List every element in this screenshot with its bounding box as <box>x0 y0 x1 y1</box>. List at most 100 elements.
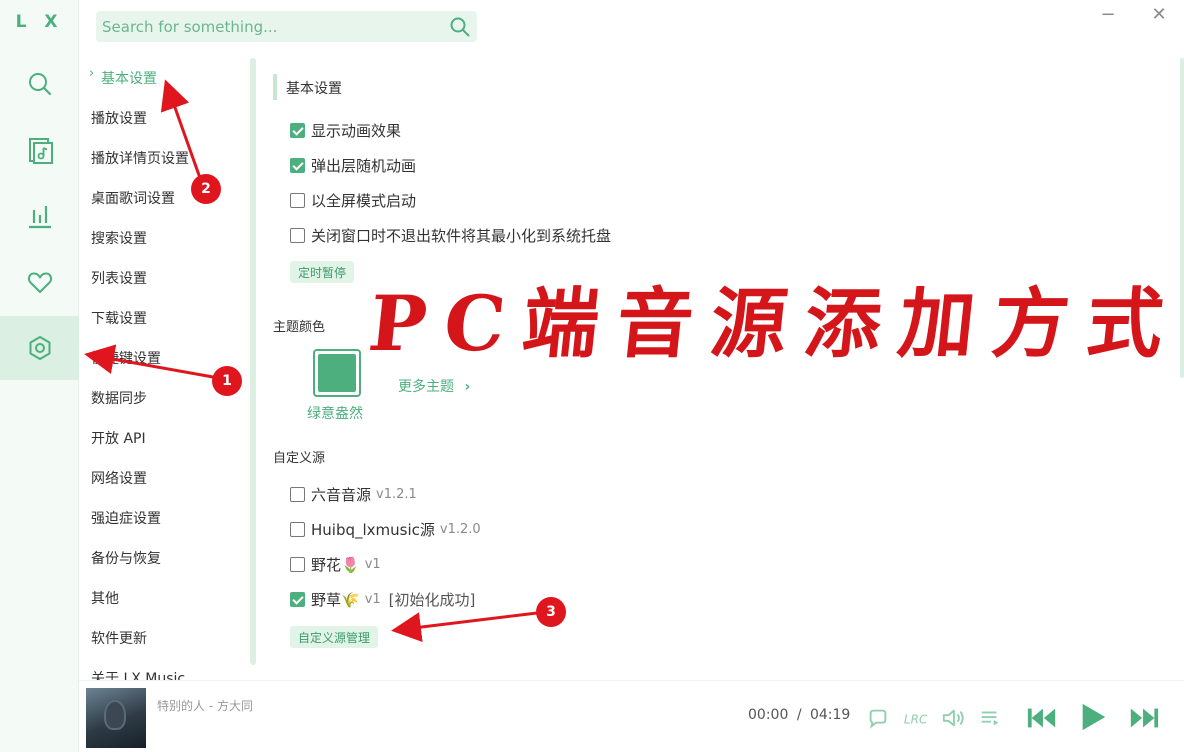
timer-pause-button[interactable]: 定时暂停 <box>290 261 355 283</box>
play-icon[interactable] <box>1076 699 1110 735</box>
checkbox-row[interactable]: 显示动画效果 <box>290 120 401 141</box>
theme-color-title: 主题颜色 <box>273 320 326 335</box>
minimize-button[interactable]: − <box>1096 2 1120 26</box>
checkbox-checked[interactable] <box>290 158 305 173</box>
checkbox-label: 关闭窗口时不退出软件将其最小化到系统托盘 <box>311 227 612 245</box>
content-scrollbar[interactable] <box>1180 58 1184 378</box>
checkbox-label: Huibq_lxmusic源 <box>311 521 435 539</box>
more-themes-link[interactable]: 更多主题 › <box>398 376 470 396</box>
overlay-title: PC端音源添加方式 <box>364 279 1184 368</box>
theme-swatch-color <box>318 354 356 392</box>
lyrics-icon[interactable]: LRC <box>901 705 929 731</box>
nav-leaderboard-icon[interactable] <box>0 184 79 248</box>
previous-track-icon[interactable] <box>1024 701 1060 735</box>
nav-search-icon[interactable] <box>0 52 79 116</box>
badge-1: 1 <box>212 366 242 396</box>
settings-nav-item[interactable]: 网络设置 <box>91 468 147 488</box>
checkbox-row[interactable]: 以全屏模式启动 <box>290 190 416 211</box>
settings-nav-item[interactable]: 快捷键设置 <box>91 348 161 368</box>
settings-nav-label: 备份与恢复 <box>91 551 161 567</box>
search-bar <box>96 11 477 42</box>
nav-favorites-icon[interactable] <box>0 250 79 314</box>
time-display: 00:00 / 04:19 <box>748 707 850 723</box>
next-track-icon[interactable] <box>1126 701 1162 735</box>
source-version: v1 <box>364 557 381 572</box>
settings-nav-item[interactable]: 备份与恢复 <box>91 548 161 568</box>
checkbox-row[interactable]: 关闭窗口时不退出软件将其最小化到系统托盘 <box>290 225 611 246</box>
settings-nav-label: 软件更新 <box>91 631 147 647</box>
settings-nav-label: 搜索设置 <box>91 231 147 247</box>
arrow-3 <box>391 611 538 642</box>
settings-nav-label: 播放详情页设置 <box>91 151 189 167</box>
track-title[interactable]: 特别的人 - 方大同 <box>157 697 253 714</box>
player-bar: 特别的人 - 方大同 00:00 / 04:19 LRC <box>79 680 1184 752</box>
checkbox-label: 弹出层随机动画 <box>311 157 417 175</box>
settings-nav-item[interactable]: 软件更新 <box>91 628 147 648</box>
checkbox-checked[interactable] <box>290 592 305 607</box>
settings-nav-item[interactable]: 数据同步 <box>91 388 147 408</box>
settings-nav-item[interactable]: › 基本设置 <box>89 66 157 88</box>
settings-nav-label: 其他 <box>91 591 119 607</box>
duration: 04:19 <box>809 707 851 723</box>
settings-nav-label: 开放 API <box>91 431 146 447</box>
settings-nav-label: 数据同步 <box>91 391 147 407</box>
checkbox-unchecked[interactable] <box>290 487 305 502</box>
nav-song-list-icon[interactable] <box>0 118 79 182</box>
settings-nav-item[interactable]: 强迫症设置 <box>91 508 161 528</box>
playlist-icon[interactable] <box>977 705 1003 731</box>
source-version: v1.2.0 <box>439 522 481 537</box>
section-accent-bar <box>273 74 277 100</box>
settings-nav-scrollbar[interactable] <box>250 58 256 665</box>
svg-text:LRC: LRC <box>904 713 928 727</box>
settings-nav-label: 列表设置 <box>91 271 147 287</box>
source-version: v1.2.1 <box>376 487 417 502</box>
settings-nav-item[interactable]: 桌面歌词设置 <box>91 188 175 208</box>
settings-nav-item[interactable]: 下载设置 <box>91 308 147 328</box>
settings-nav-label: 下载设置 <box>91 311 147 327</box>
checkbox-unchecked[interactable] <box>290 522 305 537</box>
time-separator: / <box>796 707 802 723</box>
checkbox-unchecked[interactable] <box>290 228 305 243</box>
badge-3: 3 <box>536 597 566 627</box>
more-themes-label: 更多主题 <box>398 379 454 395</box>
checkbox-label: 野草🌾 <box>311 591 360 609</box>
settings-nav-label: 播放设置 <box>91 111 147 127</box>
theme-swatch-green[interactable] <box>313 349 361 397</box>
checkbox-row[interactable]: 六音音源 v1.2.1 <box>290 484 417 505</box>
settings-nav-item[interactable]: 播放设置 <box>91 108 147 128</box>
settings-nav-label: 基本设置 <box>101 71 157 87</box>
search-icon[interactable] <box>449 16 471 38</box>
checkbox-unchecked[interactable] <box>290 557 305 572</box>
search-input[interactable] <box>96 11 436 42</box>
checkbox-row[interactable]: 弹出层随机动画 <box>290 155 416 176</box>
nav-settings-icon[interactable] <box>0 316 79 380</box>
custom-source-title: 自定义源 <box>273 451 326 466</box>
settings-nav-item[interactable]: 其他 <box>91 588 119 608</box>
checkbox-label: 六音音源 <box>311 486 372 504</box>
checkbox-label: 以全屏模式启动 <box>311 192 417 210</box>
checkbox-unchecked[interactable] <box>290 193 305 208</box>
checkbox-label: 野花🌷 <box>311 556 360 574</box>
album-cover[interactable] <box>86 688 146 748</box>
badge-2: 2 <box>191 174 221 204</box>
settings-nav-item[interactable]: 列表设置 <box>91 268 147 288</box>
icon-sidebar: L X <box>0 0 79 752</box>
theme-name-label: 绿意盎然 <box>307 406 363 422</box>
checkbox-row[interactable]: 野花🌷 v1 <box>290 554 381 575</box>
checkbox-checked[interactable] <box>290 123 305 138</box>
settings-nav-label: 桌面歌词设置 <box>91 191 175 207</box>
settings-nav-label: 关于 LX Music <box>91 671 186 680</box>
settings-nav-item[interactable]: 播放详情页设置 <box>91 148 189 168</box>
close-button[interactable]: ✕ <box>1147 2 1171 26</box>
chevron-right-icon: › <box>89 66 95 81</box>
custom-source-manage-button[interactable]: 自定义源管理 <box>290 626 379 648</box>
cover-figure <box>104 700 126 730</box>
checkbox-row[interactable]: 野草🌾 v1 [初始化成功] <box>290 589 475 610</box>
settings-nav-item[interactable]: 关于 LX Music <box>91 668 185 680</box>
settings-nav-item[interactable]: 开放 API <box>91 428 146 448</box>
volume-icon[interactable] <box>939 705 967 731</box>
comment-icon[interactable] <box>865 705 891 731</box>
settings-nav-item[interactable]: 搜索设置 <box>91 228 147 248</box>
checkbox-label: 显示动画效果 <box>311 122 402 140</box>
checkbox-row[interactable]: Huibq_lxmusic源 v1.2.0 <box>290 519 481 540</box>
